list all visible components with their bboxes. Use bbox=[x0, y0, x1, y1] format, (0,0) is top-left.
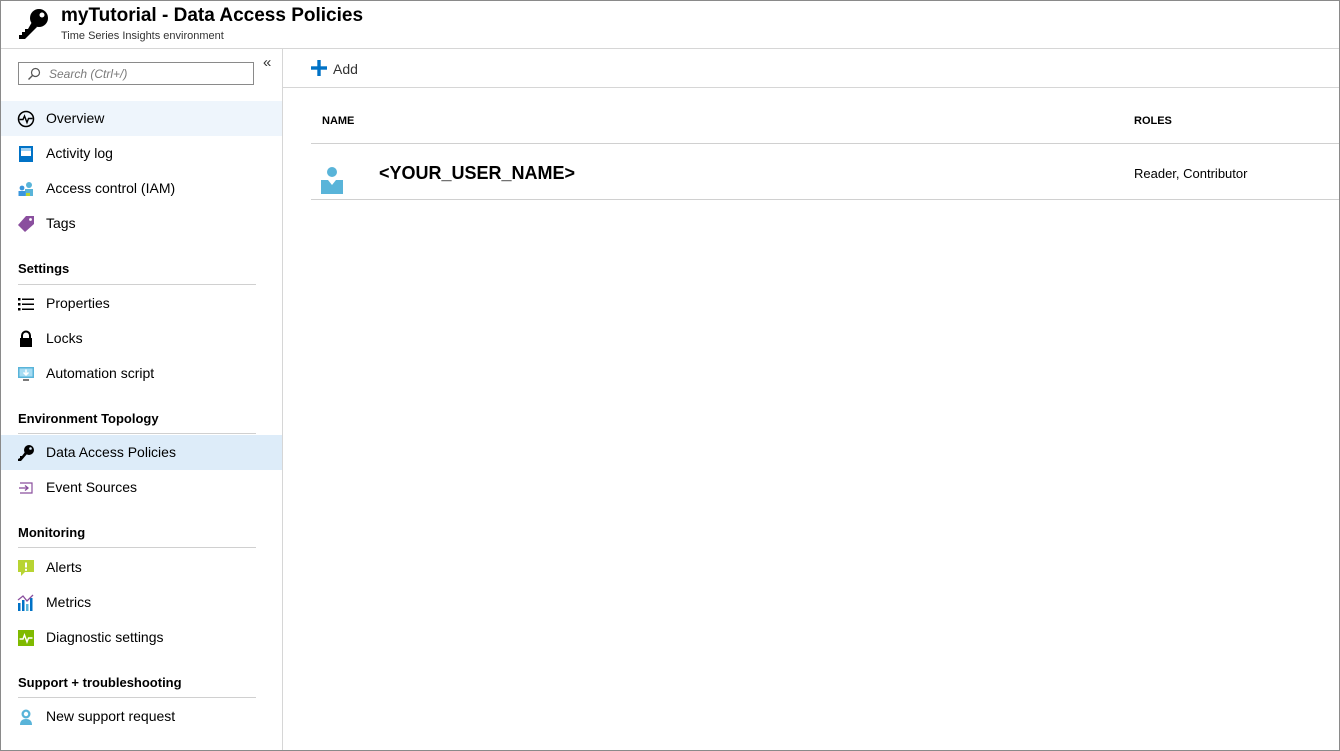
sidebar-item-label: Locks bbox=[46, 330, 83, 346]
search-box[interactable] bbox=[18, 62, 254, 85]
sidebar-item-new-support-request[interactable]: New support request bbox=[1, 699, 282, 734]
plus-icon bbox=[311, 60, 327, 76]
column-header-name[interactable]: NAME bbox=[322, 115, 354, 127]
section-divider bbox=[18, 433, 256, 434]
section-heading-support: Support + troubleshooting bbox=[18, 675, 182, 690]
properties-icon bbox=[18, 298, 34, 311]
resource-menu: « Overview Activity log bbox=[1, 49, 283, 750]
automation-script-icon bbox=[18, 367, 34, 381]
sidebar-item-label: New support request bbox=[46, 708, 176, 724]
activity-log-icon bbox=[19, 146, 33, 162]
page-title: myTutorial - Data Access Policies bbox=[61, 5, 364, 26]
sidebar-item-alerts[interactable]: Alerts bbox=[1, 550, 282, 585]
sidebar-item-properties[interactable]: Properties bbox=[1, 286, 282, 321]
sidebar-item-automation-script[interactable]: Automation script bbox=[1, 356, 282, 391]
section-divider bbox=[18, 547, 256, 548]
key-icon bbox=[18, 445, 34, 461]
sidebar-item-label: Automation script bbox=[46, 365, 155, 381]
add-button-label: Add bbox=[333, 61, 358, 77]
window: myTutorial - Data Access Policies Time S… bbox=[0, 0, 1340, 751]
alert-icon bbox=[18, 560, 34, 576]
section-heading-settings: Settings bbox=[18, 261, 70, 276]
sidebar-item-label: Event Sources bbox=[46, 479, 138, 495]
search-input[interactable] bbox=[49, 65, 249, 82]
sidebar-item-label: Properties bbox=[46, 295, 110, 311]
sidebar-item-diagnostic-settings[interactable]: Diagnostic settings bbox=[1, 620, 282, 655]
sidebar-item-activity-log[interactable]: Activity log bbox=[1, 136, 282, 171]
user-icon bbox=[321, 167, 343, 194]
blade-header: myTutorial - Data Access Policies Time S… bbox=[1, 1, 1339, 49]
overview-icon bbox=[17, 110, 35, 128]
column-header-roles[interactable]: ROLES bbox=[1134, 115, 1172, 127]
sidebar-item-label: Overview bbox=[46, 110, 105, 126]
table-row[interactable]: <YOUR_USER_NAME> Reader, Contributor bbox=[311, 144, 1339, 200]
section-divider bbox=[18, 697, 256, 698]
sidebar-item-label: Metrics bbox=[46, 594, 92, 610]
sidebar-item-data-access-policies[interactable]: Data Access Policies bbox=[1, 435, 282, 470]
sidebar-item-overview[interactable]: Overview bbox=[1, 101, 282, 136]
command-bar: Add bbox=[283, 49, 1339, 88]
event-sources-icon bbox=[19, 482, 33, 494]
sidebar-item-label: Data Access Policies bbox=[46, 444, 176, 460]
sidebar-item-metrics[interactable]: Metrics bbox=[1, 585, 282, 620]
lock-icon bbox=[20, 330, 32, 347]
page-subtitle: Time Series Insights environment bbox=[61, 30, 224, 42]
sidebar-item-tags[interactable]: Tags bbox=[1, 206, 282, 241]
section-heading-environment-topology: Environment Topology bbox=[18, 411, 159, 426]
sidebar-item-label: Tags bbox=[46, 215, 76, 231]
sidebar-item-label: Alerts bbox=[46, 559, 82, 575]
user-roles: Reader, Contributor bbox=[1134, 166, 1248, 181]
user-name: <YOUR_USER_NAME> bbox=[379, 163, 576, 183]
section-heading-monitoring: Monitoring bbox=[18, 525, 86, 540]
sidebar-item-event-sources[interactable]: Event Sources bbox=[1, 470, 282, 505]
search-icon bbox=[28, 67, 41, 80]
sidebar-item-locks[interactable]: Locks bbox=[1, 321, 282, 356]
support-request-icon bbox=[20, 709, 32, 725]
sidebar-item-label: Diagnostic settings bbox=[46, 629, 164, 645]
sidebar-item-access-control[interactable]: Access control (IAM) bbox=[1, 171, 282, 206]
diagnostic-settings-icon bbox=[18, 630, 34, 646]
section-divider bbox=[18, 284, 256, 285]
key-icon bbox=[19, 9, 48, 39]
main-content: Add NAME ROLES <YOUR_USER_NAME> Reader, … bbox=[283, 49, 1339, 750]
sidebar-item-label: Access control (IAM) bbox=[46, 180, 176, 196]
collapse-menu-button[interactable]: « bbox=[263, 55, 271, 70]
metrics-icon bbox=[17, 594, 34, 611]
tag-icon bbox=[18, 216, 34, 232]
iam-icon bbox=[18, 182, 33, 196]
sidebar-item-label: Activity log bbox=[46, 145, 113, 161]
